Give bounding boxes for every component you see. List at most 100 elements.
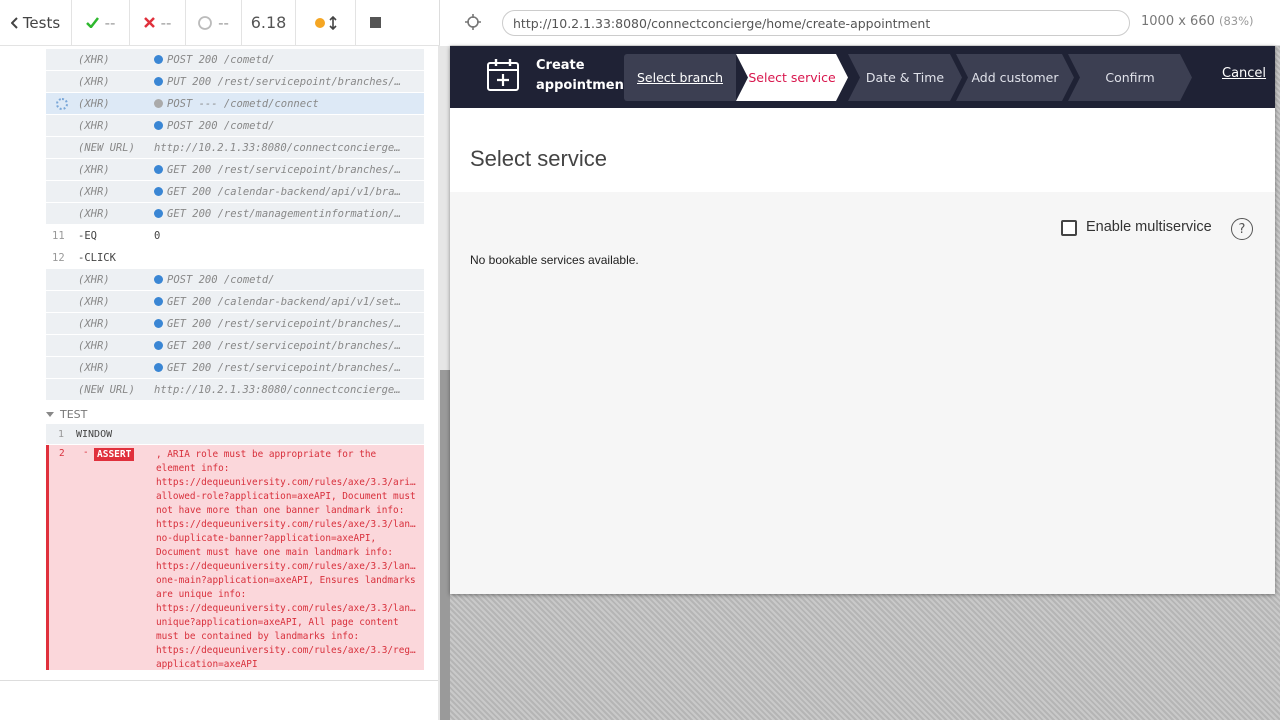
- x-icon: [143, 17, 155, 28]
- command-log: (XHR) POST 200 /cometd/ (XHR) PUT 200 /rest…: [0, 47, 438, 680]
- stop-icon: [369, 17, 381, 28]
- stop-button[interactable]: [356, 0, 394, 46]
- command-name: -EQ: [78, 229, 97, 242]
- step-label: Confirm: [1105, 70, 1155, 85]
- command-row[interactable]: (XHR) GET 200 /rest/servicepoint/branches…: [46, 159, 424, 181]
- multiservice-label[interactable]: Enable multiservice: [1086, 219, 1212, 235]
- step-add-customer[interactable]: Add customer: [956, 54, 1074, 101]
- command-message: GET 200 /rest/managementinformation/…: [154, 208, 424, 220]
- command-row[interactable]: (XHR) GET 200 /rest/servicepoint/branches…: [46, 357, 424, 379]
- command-name: (XHR): [78, 185, 110, 198]
- command-row[interactable]: (XHR) GET 200 /calendar-backend/api/v1/se…: [46, 291, 424, 313]
- step-select-service[interactable]: Select service: [736, 54, 848, 101]
- command-message: GET 200 /calendar-backend/api/v1/bra…: [154, 186, 424, 198]
- command-message: POST --- /cometd/connect: [154, 98, 424, 110]
- selector-playground-crosshair-icon[interactable]: [465, 14, 481, 30]
- command-message: GET 200 /rest/servicepoint/branches/…: [154, 164, 424, 176]
- command-name: (XHR): [78, 295, 110, 308]
- auto-scroll-toggle[interactable]: [296, 0, 356, 46]
- command-message-text: GET 200 /calendar-backend/api/v1/bra…: [167, 185, 401, 198]
- chevron-left-icon: [10, 16, 18, 29]
- help-icon[interactable]: ?: [1231, 218, 1253, 240]
- cancel-link[interactable]: Cancel: [1222, 66, 1266, 81]
- command-row[interactable]: 11 -EQ 0: [46, 225, 424, 247]
- pending-circle-icon: [198, 15, 212, 30]
- command-row[interactable]: (XHR) POST 200 /cometd/: [46, 115, 424, 137]
- command-name: (XHR): [78, 75, 110, 88]
- command-name: (XHR): [78, 361, 110, 374]
- passed-value: --: [104, 13, 116, 32]
- loading-spinner-icon: [56, 98, 68, 110]
- check-icon: [85, 17, 99, 28]
- calendar-add-icon: [487, 59, 519, 91]
- command-message: POST 200 /cometd/: [154, 274, 424, 286]
- command-number: 12: [52, 251, 65, 264]
- command-row[interactable]: (XHR) GET 200 /calendar-backend/api/v1/br…: [46, 181, 424, 203]
- status-bullet-icon: [154, 120, 163, 130]
- status-bullet-icon: [154, 186, 163, 196]
- command-message: POST 200 /cometd/: [154, 54, 424, 66]
- command-message-text: GET 200 /rest/servicepoint/branches/…: [167, 339, 401, 352]
- command-message-text: POST --- /cometd/connect: [167, 97, 319, 110]
- page-title: Select service: [470, 146, 607, 171]
- command-message-text: http://10.2.1.33:8080/connectconcierge…: [154, 383, 401, 396]
- command-message-text: GET 200 /rest/servicepoint/branches/…: [167, 163, 401, 176]
- window-command-row[interactable]: 1 WINDOW: [46, 424, 424, 444]
- status-bullet-icon: [154, 54, 163, 64]
- command-row[interactable]: (NEW URL) http://10.2.1.33:8080/connectco…: [46, 137, 424, 159]
- reporter-scrollbar-thumb[interactable]: [440, 370, 450, 720]
- app-under-test-frame: Create appointment Select branch Select …: [450, 46, 1275, 594]
- command-message-text: http://10.2.1.33:8080/connectconcierge…: [154, 141, 401, 154]
- step-label: Date & Time: [865, 70, 945, 85]
- passed-count: --: [72, 0, 130, 46]
- command-name: (XHR): [78, 53, 110, 66]
- status-bullet-icon: [154, 296, 163, 306]
- test-section-header[interactable]: TEST: [46, 405, 87, 423]
- command-name: (XHR): [78, 317, 110, 330]
- command-row[interactable]: (XHR) GET 200 /rest/managementinformation…: [46, 203, 424, 225]
- command-name: (NEW URL): [78, 383, 135, 396]
- step-label: Select service: [748, 70, 836, 85]
- command-row[interactable]: (NEW URL) http://10.2.1.33:8080/connectco…: [46, 379, 424, 401]
- status-bullet-icon: [154, 318, 163, 328]
- command-row[interactable]: 12 -CLICK: [46, 247, 424, 269]
- reporter-footer: [0, 680, 438, 720]
- command-message-text: 0: [154, 229, 161, 242]
- pending-count: --: [186, 0, 242, 46]
- command-message: GET 200 /rest/servicepoint/branches/…: [154, 340, 424, 352]
- assert-dash: -: [83, 447, 89, 458]
- duration: 6.18: [242, 0, 296, 46]
- command-name: (XHR): [78, 97, 110, 110]
- status-dot-icon: [314, 17, 325, 28]
- command-row[interactable]: (XHR) PUT 200 /rest/servicepoint/branches…: [46, 71, 424, 93]
- test-section-label: TEST: [60, 407, 88, 421]
- step-label: Add customer: [971, 70, 1059, 85]
- command-row[interactable]: (XHR) GET 200 /rest/servicepoint/branches…: [46, 313, 424, 335]
- tests-back-button[interactable]: Tests: [0, 0, 72, 46]
- viewport-size: 1000 x 660: [1141, 14, 1215, 29]
- command-row[interactable]: (XHR) GET 200 /rest/servicepoint/branches…: [46, 335, 424, 357]
- command-message: POST 200 /cometd/: [154, 120, 424, 132]
- command-name: -CLICK: [78, 251, 116, 264]
- command-row[interactable]: (XHR) POST 200 /cometd/: [46, 49, 424, 71]
- command-row[interactable]: (XHR) POST 200 /cometd/: [46, 269, 424, 291]
- command-message: PUT 200 /rest/servicepoint/branches/…: [154, 76, 424, 88]
- command-number: 2: [59, 448, 65, 459]
- command-name: (NEW URL): [78, 141, 135, 154]
- command-list: (XHR) POST 200 /cometd/ (XHR) PUT 200 /rest…: [46, 49, 424, 401]
- step-confirm[interactable]: Confirm: [1068, 54, 1192, 101]
- url-bar[interactable]: http://10.2.1.33:8080/connectconcierge/h…: [502, 10, 1130, 36]
- command-name: WINDOW: [76, 428, 113, 440]
- command-message-text: PUT 200 /rest/servicepoint/branches/…: [167, 75, 401, 88]
- assert-badge: ASSERT: [94, 448, 135, 461]
- command-message-text: POST 200 /cometd/: [167, 119, 275, 132]
- status-bullet-icon: [154, 274, 163, 284]
- assert-command-row[interactable]: 2 ASSERT - , ARIA role must be appropria…: [46, 445, 424, 670]
- step-select-branch[interactable]: Select branch: [624, 54, 736, 101]
- multiservice-checkbox[interactable]: [1061, 220, 1077, 236]
- command-message: http://10.2.1.33:8080/connectconcierge…: [154, 384, 424, 396]
- command-name: (XHR): [78, 207, 110, 220]
- nav-title: Create appointment: [536, 58, 631, 93]
- command-row[interactable]: (XHR) POST --- /cometd/connect: [46, 93, 424, 115]
- step-date-time[interactable]: Date & Time: [848, 54, 962, 101]
